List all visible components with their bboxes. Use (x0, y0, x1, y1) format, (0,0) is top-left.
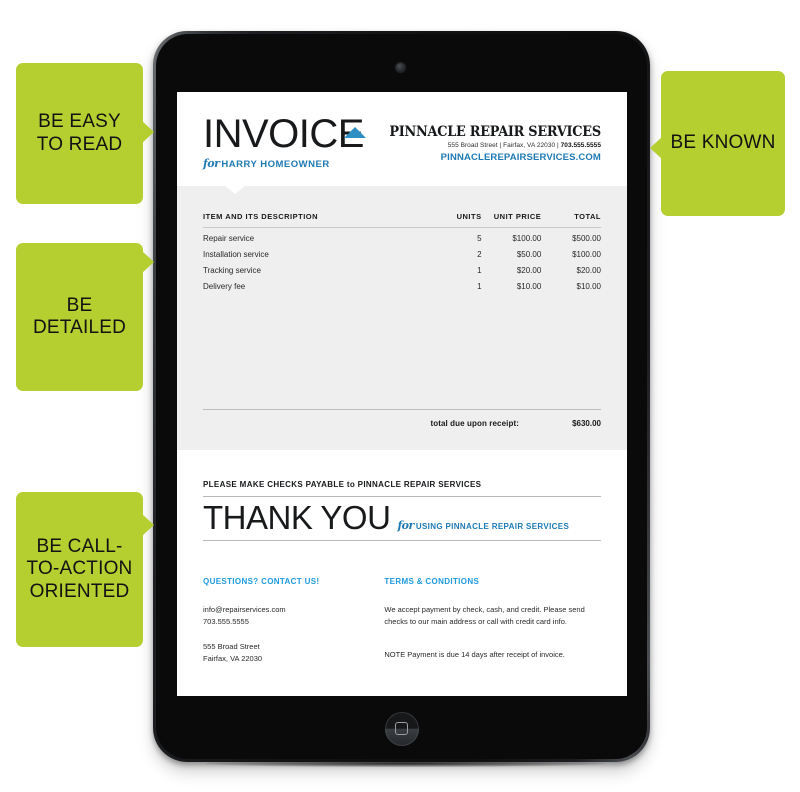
footer-spacer (203, 627, 366, 641)
home-square-icon (395, 722, 408, 735)
terms-note: NOTE Payment is due 14 days after receip… (384, 650, 565, 660)
contact-phone: 703.555.5555 (203, 616, 249, 626)
company-address: 555 Broad Street | Fairfax, VA 22030 | 7… (344, 142, 601, 149)
callout-pointer-icon (142, 121, 154, 143)
checks-payable-note: PLEASE MAKE CHECKS PAYABLE to PINNACLE R… (203, 480, 482, 489)
thank-you-subtext: for USING PINNACLE REPAIR SERVICES (397, 519, 569, 532)
column-header-units: UNITS (433, 212, 482, 228)
invoice-header: INVOICE for HARRY HOMEOWNER PINNACLE REPA… (177, 92, 627, 186)
thank-you-heading: THANK YOU (203, 499, 391, 536)
thank-you-subtext-label: USING PINNACLE REPAIR SERVICES (415, 522, 570, 531)
panel-notch-icon (225, 186, 245, 194)
table-row: Installation service 2 $50.00 $100.00 (203, 244, 601, 260)
callout-be-known: BE KNOWN (650, 71, 785, 216)
company-branding: PINNACLE REPAIR SERVICES 555 Broad Stree… (344, 125, 601, 163)
table-row: Delivery fee 1 $10.00 $10.00 (203, 276, 601, 292)
cell-description: Installation service (203, 250, 269, 259)
column-header-unit-price: UNIT PRICE (481, 212, 542, 228)
company-website[interactable]: PINNACLEREPAIRSERVICES.COM (344, 152, 601, 163)
callout-label: BE DETAILED (32, 294, 127, 338)
cell-units: 1 (477, 282, 482, 291)
for-script-prefix: for (397, 519, 414, 532)
company-name: PINNACLE REPAIR SERVICES (389, 124, 602, 140)
company-address-street: 555 Broad Street | Fairfax, VA 22030 | (447, 142, 561, 149)
cell-units: 5 (477, 234, 482, 243)
page-title: INVOICE (203, 112, 364, 156)
footer-terms-column: TERMS & CONDITIONS We accept payment by … (384, 577, 601, 665)
total-amount: $630.00 (572, 419, 601, 428)
footer-contact-column: QUESTIONS? CONTACT US! info@repairservic… (203, 577, 366, 665)
thank-you-section: PLEASE MAKE CHECKS PAYABLE to PINNACLE R… (177, 450, 627, 541)
invoice-document: INVOICE for HARRY HOMEOWNER PINNACLE REPA… (177, 92, 627, 696)
cell-unit-price: $100.00 (512, 234, 542, 243)
callout-pointer-icon (650, 137, 662, 159)
callout-be-easy-to-read: BE EASY TO READ (16, 63, 154, 204)
total-label: total due upon receipt: (430, 419, 519, 428)
column-header-total: TOTAL (541, 212, 601, 228)
invoice-footer: QUESTIONS? CONTACT US! info@repairservic… (177, 541, 627, 665)
contact-email[interactable]: info@repairservices.com (203, 604, 366, 616)
total-divider (203, 409, 601, 410)
for-script-prefix: for (203, 157, 220, 170)
cell-total: $20.00 (576, 266, 601, 275)
cell-units: 2 (477, 250, 482, 259)
line-items-table: ITEM AND ITS DESCRIPTION UNITS UNIT PRIC… (203, 212, 601, 292)
cell-total: $500.00 (572, 234, 601, 243)
callout-pointer-icon (142, 514, 154, 536)
total-line: total due upon receipt: $630.00 (203, 419, 601, 428)
callout-label: BE EASY TO READ (36, 111, 123, 155)
invoice-recipient: for HARRY HOMEOWNER (203, 157, 330, 170)
table-row: Tracking service 1 $20.00 $20.00 (203, 260, 601, 276)
company-phone: 703.555.5555 (560, 142, 601, 149)
contact-city: Fairfax, VA 22030 (203, 653, 263, 663)
column-header-description: ITEM AND ITS DESCRIPTION (203, 212, 434, 228)
cell-description: Delivery fee (203, 282, 246, 291)
terms-body: We accept payment by check, cash, and cr… (384, 605, 585, 626)
front-camera-icon (396, 63, 405, 72)
line-items-panel: ITEM AND ITS DESCRIPTION UNITS UNIT PRIC… (177, 186, 627, 450)
recipient-name: HARRY HOMEOWNER (221, 159, 330, 170)
callout-label: BE KNOWN (670, 132, 776, 154)
thank-you-band: THANK YOU for USING PINNACLE REPAIR SERVI… (203, 496, 601, 541)
callout-be-call-to-action-oriented: BE CALL-TO-ACTION ORIENTED (16, 492, 154, 647)
contact-heading: QUESTIONS? CONTACT US! (203, 577, 320, 586)
contact-street: 555 Broad Street (203, 642, 260, 652)
cell-unit-price: $20.00 (516, 266, 542, 275)
invoice-total-section: total due upon receipt: $630.00 (203, 409, 601, 428)
cell-description: Repair service (203, 234, 255, 243)
home-button[interactable] (385, 712, 419, 746)
cell-unit-price: $10.00 (516, 282, 542, 291)
cell-total: $10.00 (576, 282, 601, 291)
callout-pointer-icon (142, 251, 154, 273)
triangle-logo-icon (344, 126, 367, 138)
cell-total: $100.00 (572, 250, 601, 259)
callout-label: BE CALL-TO-ACTION ORIENTED (26, 535, 133, 602)
cell-units: 1 (477, 266, 482, 275)
company-name-row: PINNACLE REPAIR SERVICES (344, 125, 601, 139)
table-header-row: ITEM AND ITS DESCRIPTION UNITS UNIT PRIC… (203, 212, 601, 228)
cell-unit-price: $50.00 (516, 250, 542, 259)
callout-be-detailed: BE DETAILED (16, 243, 154, 391)
cell-description: Tracking service (203, 266, 261, 275)
table-row: Repair service 5 $100.00 $500.00 (203, 228, 601, 245)
terms-heading: TERMS & CONDITIONS (384, 577, 480, 586)
